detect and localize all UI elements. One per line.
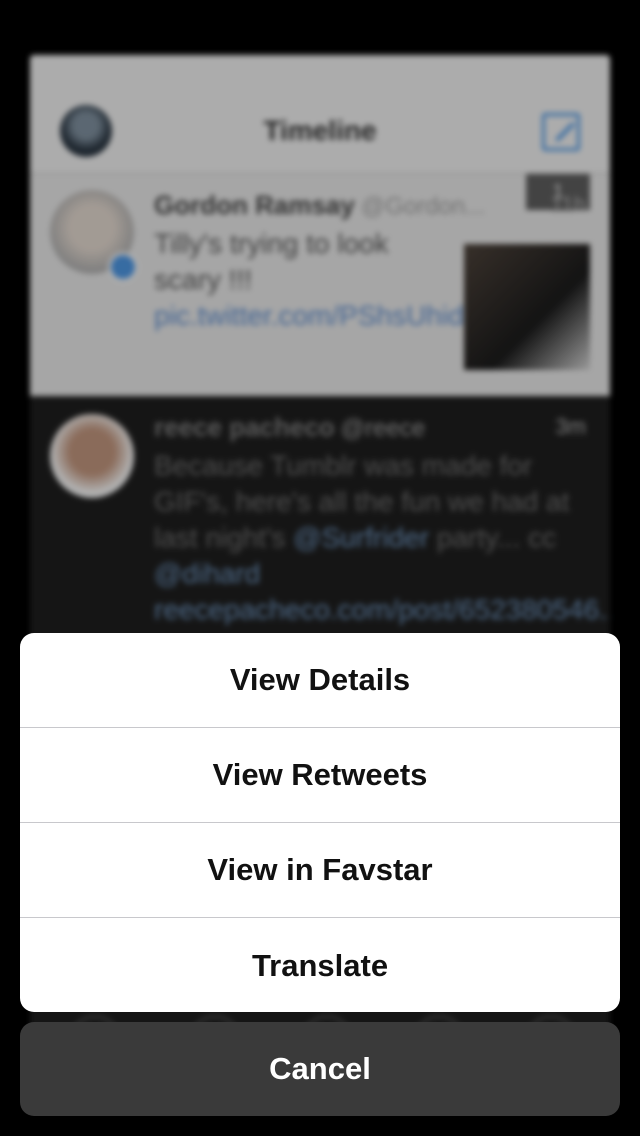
cancel-button[interactable]: Cancel — [20, 1022, 620, 1116]
tweet-author-name: reece pacheco — [154, 412, 335, 442]
tweet-author: Gordon Ramsay @Gordon... — [154, 190, 485, 221]
tweet-item: 1 Gordon Ramsay @Gordon... 11h Tilly's tr… — [30, 174, 610, 396]
compose-icon — [542, 113, 580, 151]
tweet-link: pic.twitter.com/PShsUhid7b — [154, 300, 495, 331]
nav-bar: Timeline — [30, 55, 610, 174]
tweet-photo — [464, 244, 590, 370]
tweet-body: Tilly's trying to look scary !!! — [154, 228, 389, 295]
tweet-author-name: Gordon Ramsay — [154, 190, 355, 220]
tweet-handle: @Gordon... — [360, 193, 486, 220]
view-retweets-button[interactable]: View Retweets — [20, 728, 620, 823]
action-sheet: View Details View Retweets View in Favst… — [20, 633, 620, 1012]
tweet-time: 3m — [555, 414, 586, 439]
tweet-handle: @reece — [340, 415, 426, 442]
page-title: Timeline — [263, 115, 377, 146]
tweet-time: 11h — [550, 192, 586, 217]
tweet-author: reece pacheco @reece — [154, 412, 425, 443]
avatar — [50, 414, 134, 498]
tweet-mention: @Surfrider — [293, 522, 429, 553]
tweet-link: reecepacheco.com/post/652380546... — [154, 594, 610, 625]
view-in-favstar-button[interactable]: View in Favstar — [20, 823, 620, 918]
view-details-button[interactable]: View Details — [20, 633, 620, 728]
tweet-text: Tilly's trying to look scary !!! pic.twi… — [154, 226, 495, 334]
translate-button[interactable]: Translate — [20, 918, 620, 1012]
tweet-mention: @dihard — [154, 558, 261, 589]
verified-icon — [108, 252, 138, 282]
tweet-body-cont: party... cc — [436, 522, 557, 553]
tweet-text: Because Tumblr was made for GIF's, here'… — [154, 448, 610, 628]
